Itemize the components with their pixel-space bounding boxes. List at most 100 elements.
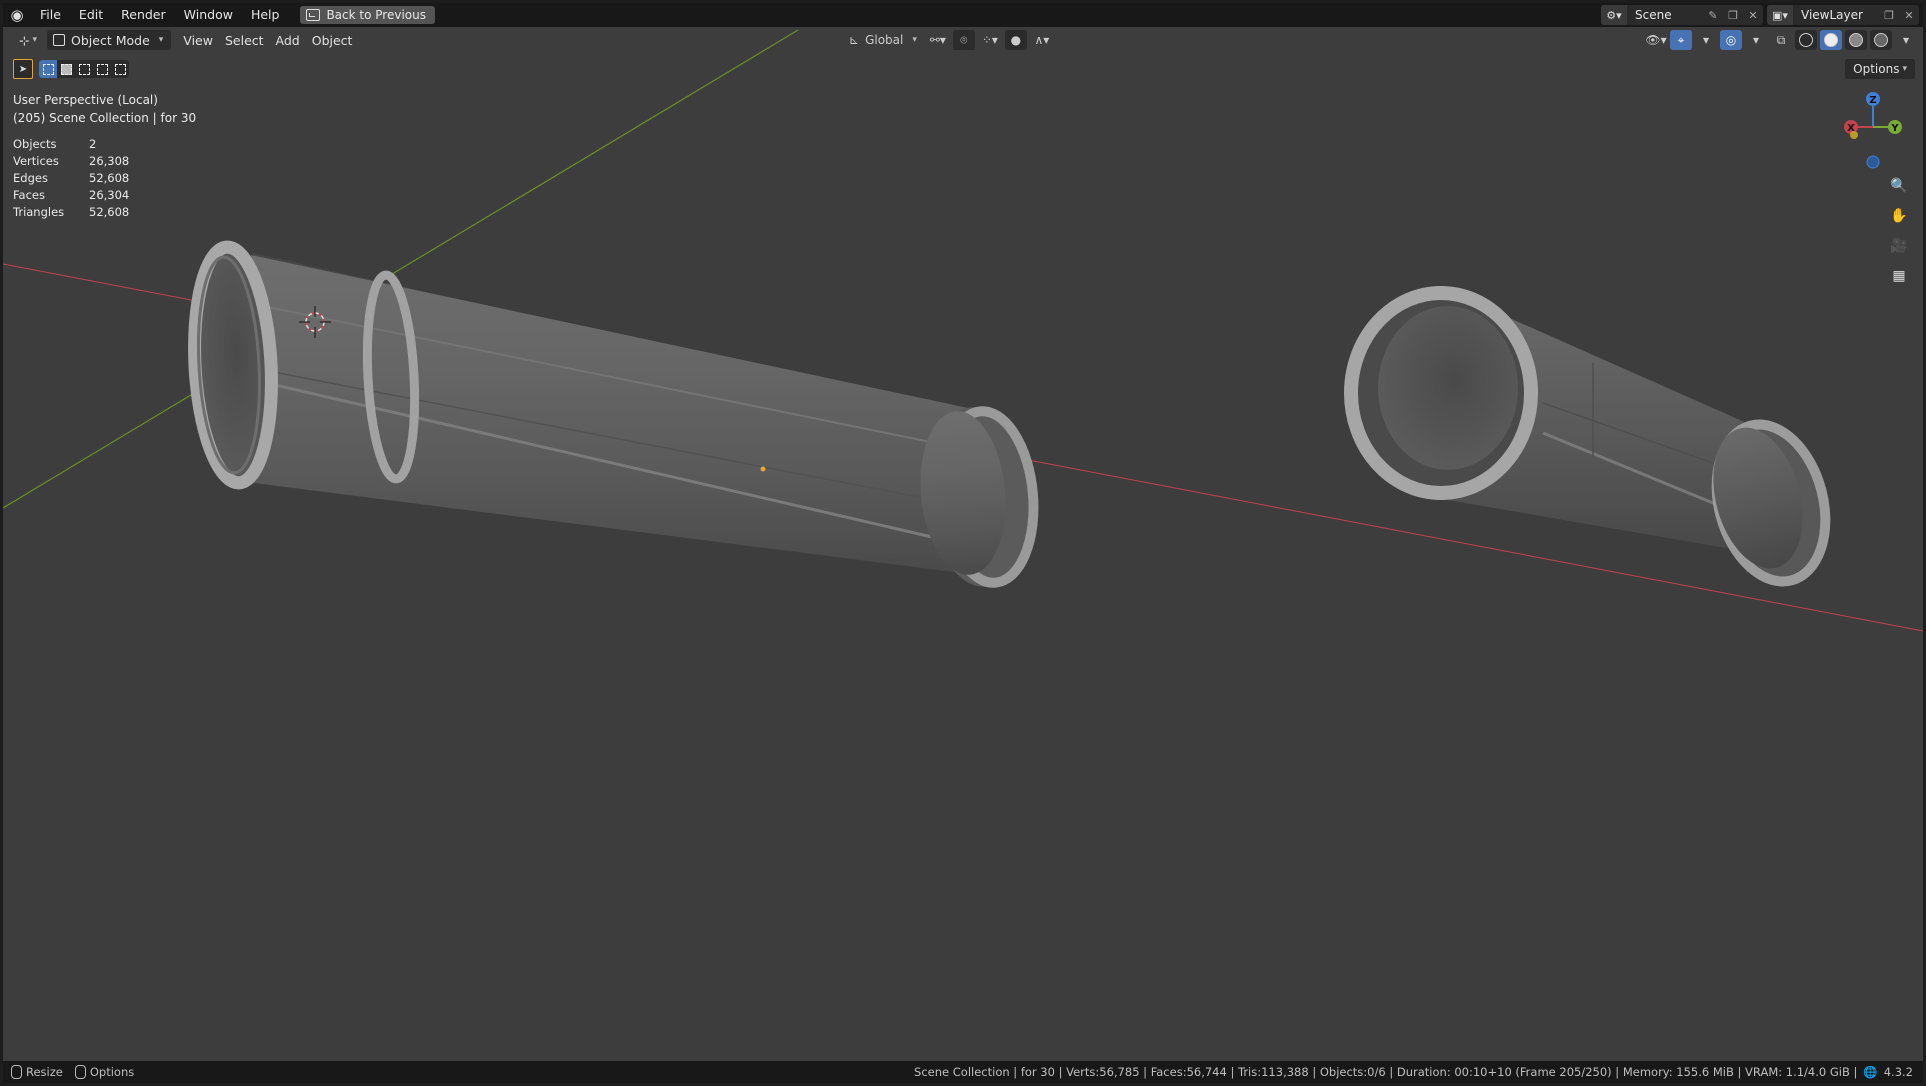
- status-bar: Resize Options Scene Collection | for 30…: [3, 1061, 1923, 1083]
- transform-controls: ⊾ Global ▾ ⚯▾ ⌾ ⁘▾ ● ∧▾: [843, 30, 1053, 50]
- back-to-previous-button[interactable]: Back to Previous: [300, 6, 435, 24]
- menu-select[interactable]: Select: [219, 30, 270, 50]
- scene-statistics: Objects 2 Vertices 26,308 Edges 52,608 Face…: [13, 136, 129, 221]
- blender-logo-icon[interactable]: ◉: [3, 3, 31, 27]
- selection-mode-group: [39, 60, 129, 78]
- scene-name[interactable]: Scene: [1627, 8, 1703, 22]
- stat-label: Faces: [13, 188, 45, 202]
- back-icon: [306, 9, 321, 21]
- stat-value: 52,608: [89, 171, 130, 185]
- top-right-controls: ⚙▾ Scene ✎ ❐ ✕ ▣▾ ViewLayer ❐ ✕: [1601, 3, 1923, 27]
- status-hints: Resize Options: [3, 1065, 134, 1079]
- delete-view-layer-icon[interactable]: ✕: [1899, 5, 1919, 25]
- right-tube-mesh[interactable]: [1344, 286, 1842, 594]
- scene-icon[interactable]: ⚙▾: [1601, 5, 1627, 25]
- gizmo-y-label: Y: [1890, 123, 1899, 134]
- view-layer-icon[interactable]: ▣▾: [1767, 5, 1793, 25]
- stat-label: Vertices: [13, 154, 59, 168]
- object-origin: [760, 466, 766, 472]
- new-scene-icon[interactable]: ❐: [1723, 5, 1743, 25]
- stat-label: Edges: [13, 171, 48, 185]
- resize-hint: Resize: [26, 1065, 63, 1079]
- left-tube-mesh[interactable]: [188, 240, 1040, 591]
- wireframe-shading-icon[interactable]: [1795, 30, 1817, 50]
- snap-target-icon[interactable]: ⁘▾: [979, 30, 1001, 50]
- options-dropdown[interactable]: Options ▾: [1845, 59, 1915, 79]
- mouse-right-icon: [74, 1065, 86, 1079]
- options-hint: Options: [89, 1065, 135, 1079]
- stat-row: Triangles 52,608: [13, 204, 129, 221]
- status-info: Scene Collection | for 30 | Verts:56,785…: [914, 1065, 1913, 1079]
- menu-help[interactable]: Help: [242, 3, 289, 27]
- object-mode-label: Object Mode: [71, 32, 150, 48]
- stat-label: Objects: [13, 137, 57, 151]
- pivot-point-icon[interactable]: ⚯▾: [927, 30, 949, 50]
- transform-orientation-dropdown[interactable]: ⊾ Global ▾: [843, 30, 923, 50]
- tool-row: ➤: [13, 59, 129, 79]
- camera-view-icon[interactable]: 🎥: [1888, 235, 1910, 257]
- solid-shading-icon[interactable]: [1820, 30, 1842, 50]
- select-invert-icon[interactable]: [93, 60, 111, 78]
- object-mode-dropdown[interactable]: Object Mode ▾: [47, 30, 172, 50]
- back-to-previous-label: Back to Previous: [326, 8, 426, 22]
- rendered-shading-icon[interactable]: [1870, 30, 1892, 50]
- 3d-viewport[interactable]: Z Y X: [3, 3, 1923, 1083]
- scene-selector[interactable]: ⚙▾ Scene ✎ ❐ ✕: [1601, 5, 1763, 25]
- ortho-grid-icon[interactable]: ▦: [1888, 265, 1910, 287]
- view-layer-selector[interactable]: ▣▾ ViewLayer ❐ ✕: [1767, 5, 1919, 25]
- select-intersect-icon[interactable]: [111, 60, 129, 78]
- menu-window[interactable]: Window: [175, 3, 242, 27]
- viewport-info-overlay: User Perspective (Local) (205) Scene Col…: [13, 91, 196, 127]
- globe-icon: 🌐: [1863, 1065, 1878, 1079]
- scene-stats-text: Scene Collection | for 30 | Verts:56,785…: [914, 1065, 1858, 1079]
- menu-edit[interactable]: Edit: [70, 3, 112, 27]
- overlays-toggle-icon[interactable]: ◎: [1720, 30, 1742, 50]
- editor-type-icon: ⊹: [19, 32, 30, 48]
- view-name: User Perspective (Local): [13, 93, 158, 107]
- pin-icon[interactable]: ✎: [1703, 5, 1723, 25]
- pan-hand-icon[interactable]: ✋: [1888, 205, 1910, 227]
- chevron-down-icon: ▾: [158, 35, 164, 45]
- editor-type-dropdown[interactable]: ⊹ ▾: [13, 30, 43, 50]
- shading-dropdown-icon[interactable]: ▾: [1895, 30, 1917, 50]
- stat-row: Objects 2: [13, 136, 129, 153]
- select-extend-icon[interactable]: [57, 60, 75, 78]
- zoom-icon[interactable]: 🔍: [1888, 175, 1910, 197]
- material-shading-icon[interactable]: [1845, 30, 1867, 50]
- xray-toggle-icon[interactable]: ⧉: [1770, 30, 1792, 50]
- select-new-icon[interactable]: [39, 60, 57, 78]
- mouse-left-icon: [11, 1065, 22, 1079]
- new-view-layer-icon[interactable]: ❐: [1879, 5, 1899, 25]
- falloff-icon[interactable]: ∧▾: [1031, 30, 1053, 50]
- stat-value: 52,608: [89, 205, 130, 219]
- menu-file[interactable]: File: [31, 3, 70, 27]
- overlays-dropdown-icon[interactable]: ▾: [1745, 30, 1767, 50]
- gizmo-z-label: Z: [1869, 95, 1876, 106]
- stat-row: Edges 52,608: [13, 170, 129, 187]
- menu-render[interactable]: Render: [112, 3, 175, 27]
- snap-toggle-icon[interactable]: ⌾: [952, 30, 975, 50]
- stat-row: Vertices 26,308: [13, 153, 129, 170]
- view-layer-name[interactable]: ViewLayer: [1793, 8, 1879, 22]
- collection-info: (205) Scene Collection | for 30: [13, 111, 197, 125]
- stat-label: Triangles: [13, 205, 65, 219]
- menu-add[interactable]: Add: [270, 30, 306, 50]
- options-label: Options: [1853, 62, 1900, 76]
- gizmo-toggle-icon[interactable]: ⌖: [1670, 30, 1692, 50]
- menu-object[interactable]: Object: [306, 30, 359, 50]
- menu-view[interactable]: View: [177, 30, 219, 50]
- select-tool-icon[interactable]: ➤: [13, 59, 33, 79]
- version-text: 4.3.2: [1883, 1065, 1913, 1079]
- gizmo-neg-z-icon[interactable]: [1866, 155, 1880, 169]
- stat-value: 2: [89, 137, 97, 151]
- gizmo-dropdown-icon[interactable]: ▾: [1695, 30, 1717, 50]
- visibility-icon[interactable]: 👁▾: [1645, 30, 1667, 50]
- top-menu-bar: ◉ File Edit Render Window Help Back to P…: [3, 3, 1923, 27]
- blender-window: Z Y X ◉ File Edit Render Window Help Bac…: [3, 3, 1923, 1083]
- delete-scene-icon[interactable]: ✕: [1743, 5, 1763, 25]
- navigation-gizmo[interactable]: Z Y X: [1844, 92, 1902, 169]
- stat-value: 26,308: [89, 154, 130, 168]
- proportional-edit-icon[interactable]: ●: [1004, 30, 1027, 50]
- select-subtract-icon[interactable]: [75, 60, 93, 78]
- object-mode-icon: [53, 34, 66, 46]
